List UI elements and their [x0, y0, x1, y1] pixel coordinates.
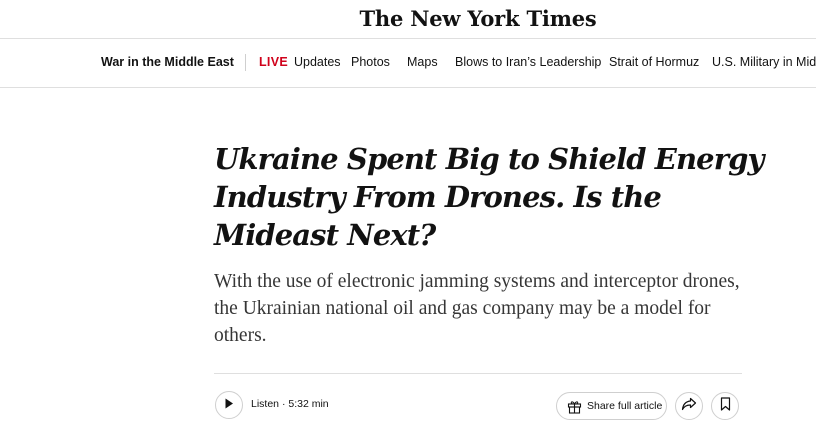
- article-headline: Ukraine Spent Big to Shield Energy Indus…: [214, 142, 764, 252]
- nav-section-title[interactable]: War in the Middle East: [101, 55, 234, 69]
- listen-duration: 5:32 min: [288, 398, 329, 410]
- nav-item-blows-to-irans-leadership[interactable]: Blows to Iran’s Leadership: [455, 55, 601, 69]
- nav-item-live-updates[interactable]: LIVE Updates: [259, 55, 341, 69]
- toolbar-divider: [214, 373, 742, 374]
- nyt-logo[interactable]: The New York Times: [0, 6, 816, 31]
- nav-item-us-military[interactable]: U.S. Military in Middle East: [712, 55, 816, 69]
- article-summary: With the use of electronic jamming syste…: [214, 271, 740, 346]
- listen-separator: ·: [279, 398, 289, 410]
- gift-icon: [567, 399, 582, 414]
- nav-item-photos[interactable]: Photos: [351, 55, 390, 69]
- listen-label-group[interactable]: Listen · 5:32 min: [251, 398, 329, 410]
- masthead: The New York Times: [0, 0, 816, 39]
- section-nav: War in the Middle East LIVE Updates Photo…: [0, 39, 816, 88]
- listen-label: Listen: [251, 398, 280, 410]
- listen-play-button[interactable]: [215, 391, 243, 419]
- share-button[interactable]: [675, 392, 703, 420]
- nav-item-label: Updates: [293, 55, 341, 69]
- nav-item-maps[interactable]: Maps: [407, 55, 438, 69]
- share-full-article-button[interactable]: Share full article: [556, 392, 667, 420]
- nav-item-strait-of-hormuz[interactable]: Strait of Hormuz: [609, 55, 699, 69]
- share-arrow-icon: [681, 397, 697, 416]
- share-full-article-label: Share full article: [587, 400, 663, 412]
- bookmark-icon: [720, 396, 731, 416]
- live-badge: LIVE: [259, 55, 288, 69]
- save-bookmark-button[interactable]: [711, 392, 739, 420]
- play-icon: [224, 396, 234, 414]
- nav-divider: [245, 54, 246, 71]
